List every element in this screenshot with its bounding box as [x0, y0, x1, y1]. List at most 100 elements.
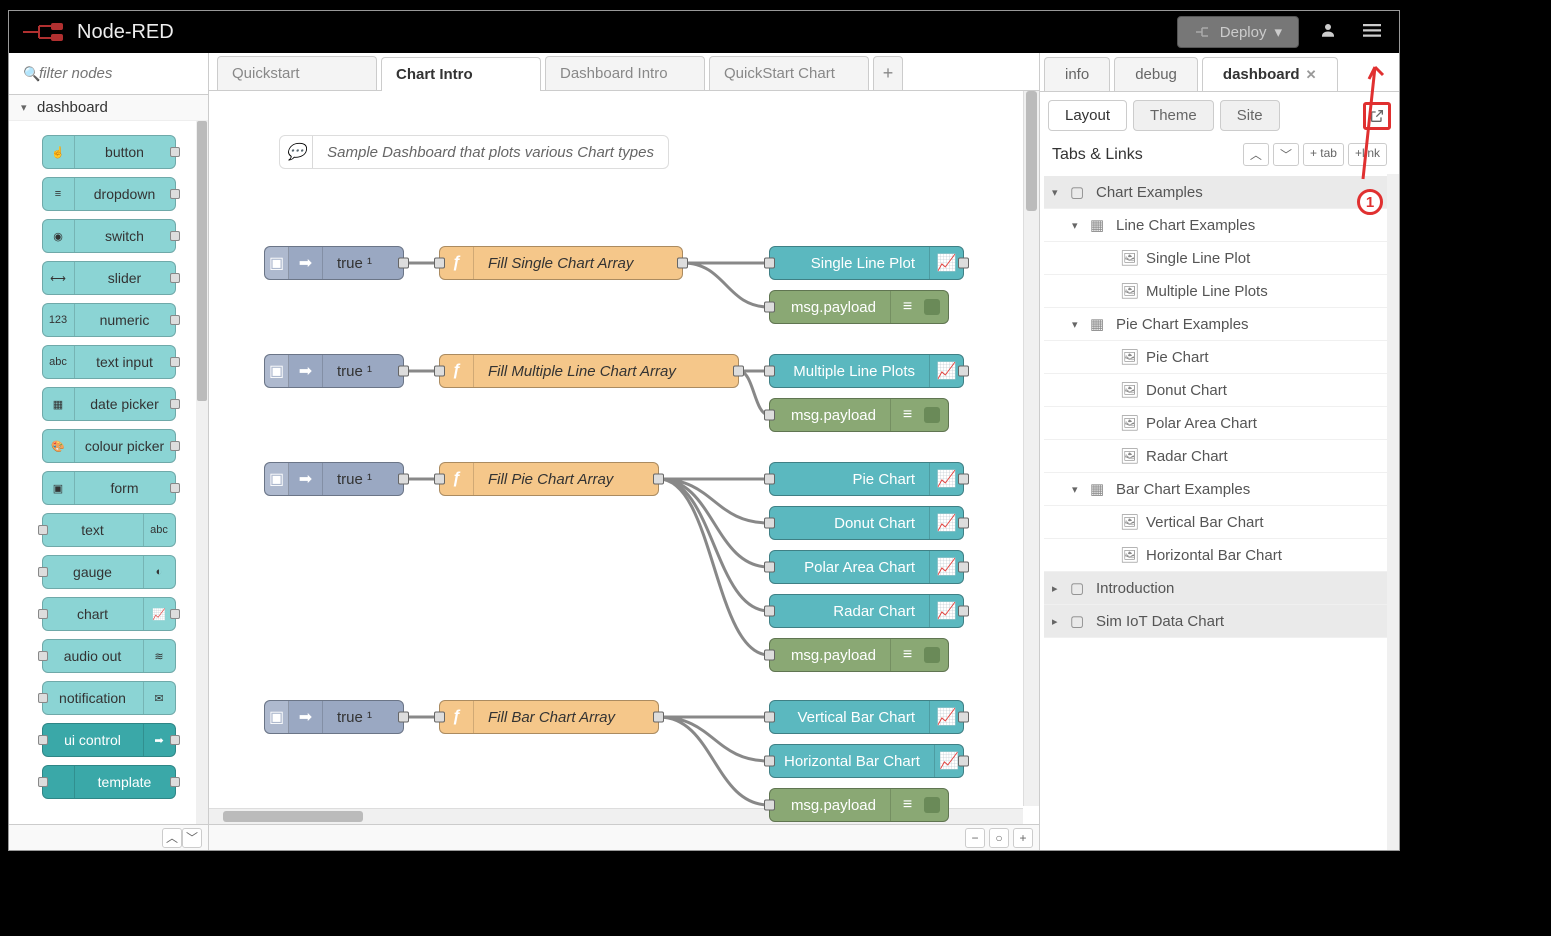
palette-node-button[interactable]: ☝ button	[42, 135, 176, 169]
zoom-reset-button[interactable]: ○	[989, 828, 1009, 848]
palette-node-text[interactable]: abc text	[42, 513, 176, 547]
palette-node-slider[interactable]: ⟷ slider	[42, 261, 176, 295]
add-tab-button[interactable]: +	[873, 56, 903, 90]
tree-item[interactable]: 🖼 Vertical Bar Chart	[1044, 506, 1395, 539]
img-icon: 🖼	[1120, 381, 1138, 399]
palette-node-label: button	[105, 144, 144, 160]
palette-node-label: form	[111, 480, 139, 496]
search-icon: 🔍	[23, 65, 40, 82]
tree-item[interactable]: 🖼 Radar Chart	[1044, 440, 1395, 473]
function-node[interactable]: ƒ Fill Pie Chart Array	[439, 462, 659, 496]
chart-node[interactable]: Radar Chart 📈	[769, 594, 964, 628]
tree-item[interactable]: ▾ ▦ Line Chart Examples	[1044, 209, 1395, 242]
user-icon[interactable]	[1313, 15, 1343, 50]
sidebar-scrollbar[interactable]	[1387, 174, 1399, 850]
123-icon: 123	[43, 304, 75, 336]
sidebar-heading: Tabs & Links ︿ ﹀ + tab +link	[1040, 139, 1399, 174]
tab-quickstart[interactable]: Quickstart	[217, 56, 377, 90]
debug-node[interactable]: msg.payload ≡	[769, 638, 949, 672]
chart-node[interactable]: Multiple Line Plots 📈	[769, 354, 964, 388]
palette-node-label: colour picker	[85, 438, 164, 454]
zoom-out-button[interactable]: −	[965, 828, 985, 848]
tree-item[interactable]: ▸ ▢ Sim IoT Data Chart	[1044, 605, 1395, 638]
zoom-in-button[interactable]: +	[1013, 828, 1033, 848]
palette-node-audio-out[interactable]: ≋ audio out	[42, 639, 176, 673]
open-dashboard-button[interactable]	[1363, 102, 1391, 130]
canvas[interactable]: 💬Sample Dashboard that plots various Cha…	[209, 91, 1039, 824]
sidebar-tab-info[interactable]: info	[1044, 57, 1110, 91]
palette-collapse-up[interactable]: ︿	[162, 828, 182, 848]
chart-node[interactable]: Polar Area Chart 📈	[769, 550, 964, 584]
palette-node-colour-picker[interactable]: 🎨 colour picker	[42, 429, 176, 463]
filter-input[interactable]	[17, 61, 200, 86]
palette-node-notification[interactable]: ✉ notification	[42, 681, 176, 715]
chart-node[interactable]: Single Line Plot 📈	[769, 246, 964, 280]
tab-quickstart-chart[interactable]: QuickStart Chart	[709, 56, 869, 90]
palette-node-dropdown[interactable]: ≡ dropdown	[42, 177, 176, 211]
palette-node-date-picker[interactable]: ▦ date picker	[42, 387, 176, 421]
palette-node-template[interactable]: template	[42, 765, 176, 799]
palette-scrollbar[interactable]	[196, 121, 208, 824]
palette-category[interactable]: dashboard	[9, 95, 208, 121]
palette-node-chart[interactable]: 📈 chart	[42, 597, 176, 631]
tree-item[interactable]: 🖼 Horizontal Bar Chart	[1044, 539, 1395, 572]
expand-button[interactable]: ︿	[1243, 143, 1269, 166]
collapse-button[interactable]: ﹀	[1273, 143, 1299, 166]
palette-node-numeric[interactable]: 123 numeric	[42, 303, 176, 337]
inject-button[interactable]: ▣	[265, 701, 289, 733]
tab-chart-intro[interactable]: Chart Intro	[381, 57, 541, 91]
function-label: Fill Pie Chart Array	[474, 471, 627, 488]
inject-node[interactable]: ▣ ➡ true ¹	[264, 246, 404, 280]
deploy-button[interactable]: Deploy ▾	[1177, 16, 1299, 48]
inject-button[interactable]: ▣	[265, 247, 289, 279]
tab-dashboard-intro[interactable]: Dashboard Intro	[545, 56, 705, 90]
sidebar-tab-debug[interactable]: debug	[1114, 57, 1198, 91]
comment-node[interactable]: 💬Sample Dashboard that plots various Cha…	[279, 135, 669, 169]
palette-node-text-input[interactable]: abc text input	[42, 345, 176, 379]
function-node[interactable]: ƒ Fill Bar Chart Array	[439, 700, 659, 734]
chevron-down-icon: ▾	[1274, 23, 1282, 41]
tree-item[interactable]: 🖼 Donut Chart	[1044, 374, 1395, 407]
menu-icon[interactable]	[1357, 15, 1387, 50]
function-node[interactable]: ƒ Fill Single Chart Array	[439, 246, 683, 280]
tree-item[interactable]: ▾ ▦ Pie Chart Examples	[1044, 308, 1395, 341]
arrow-icon: ➡	[289, 355, 323, 387]
tree-item[interactable]: 🖼 Multiple Line Plots	[1044, 275, 1395, 308]
tree-item[interactable]: 🖼 Pie Chart	[1044, 341, 1395, 374]
debug-node[interactable]: msg.payload ≡	[769, 398, 949, 432]
subtab-theme[interactable]: Theme	[1133, 100, 1214, 131]
palette-node-form[interactable]: ▣ form	[42, 471, 176, 505]
inject-button[interactable]: ▣	[265, 463, 289, 495]
inject-node[interactable]: ▣ ➡ true ¹	[264, 462, 404, 496]
debug-node[interactable]: msg.payload ≡	[769, 290, 949, 324]
palette-node-ui-control[interactable]: ➡ ui control	[42, 723, 176, 757]
chart-node[interactable]: Donut Chart 📈	[769, 506, 964, 540]
palette-node-label: template	[98, 774, 152, 790]
chart-node[interactable]: Vertical Bar Chart 📈	[769, 700, 964, 734]
brand-label: Node-RED	[77, 21, 174, 44]
tree-item[interactable]: 🖼 Polar Area Chart	[1044, 407, 1395, 440]
chart-label: Polar Area Chart	[770, 559, 929, 576]
inject-node[interactable]: ▣ ➡ true ¹	[264, 354, 404, 388]
add-tab-button[interactable]: + tab	[1303, 143, 1344, 166]
tree-item[interactable]: 🖼 Single Line Plot	[1044, 242, 1395, 275]
chart-node[interactable]: Horizontal Bar Chart 📈	[769, 744, 964, 778]
sidebar-tab-dashboard[interactable]: dashboard✕	[1202, 57, 1338, 91]
tree-item[interactable]: ▸ ▢ Introduction	[1044, 572, 1395, 605]
palette-collapse-down[interactable]: ﹀	[182, 828, 202, 848]
palette-node-switch[interactable]: ◉ switch	[42, 219, 176, 253]
function-node[interactable]: ƒ Fill Multiple Line Chart Array	[439, 354, 739, 388]
inject-button[interactable]: ▣	[265, 355, 289, 387]
tree-item[interactable]: ▾ ▦ Bar Chart Examples	[1044, 473, 1395, 506]
palette-node-label: numeric	[100, 312, 150, 328]
canvas-scroll-y[interactable]	[1023, 91, 1039, 806]
subtab-layout[interactable]: Layout	[1048, 100, 1127, 131]
palette-node-gauge[interactable]: ◐ gauge	[42, 555, 176, 589]
subtab-site[interactable]: Site	[1220, 100, 1280, 131]
add-link-button[interactable]: +link	[1348, 143, 1387, 166]
inject-node[interactable]: ▣ ➡ true ¹	[264, 700, 404, 734]
debug-node[interactable]: msg.payload ≡	[769, 788, 949, 822]
close-icon[interactable]: ✕	[1306, 67, 1317, 82]
chart-node[interactable]: Pie Chart 📈	[769, 462, 964, 496]
tree-item[interactable]: ▾ ▢ Chart Examples	[1044, 176, 1395, 209]
